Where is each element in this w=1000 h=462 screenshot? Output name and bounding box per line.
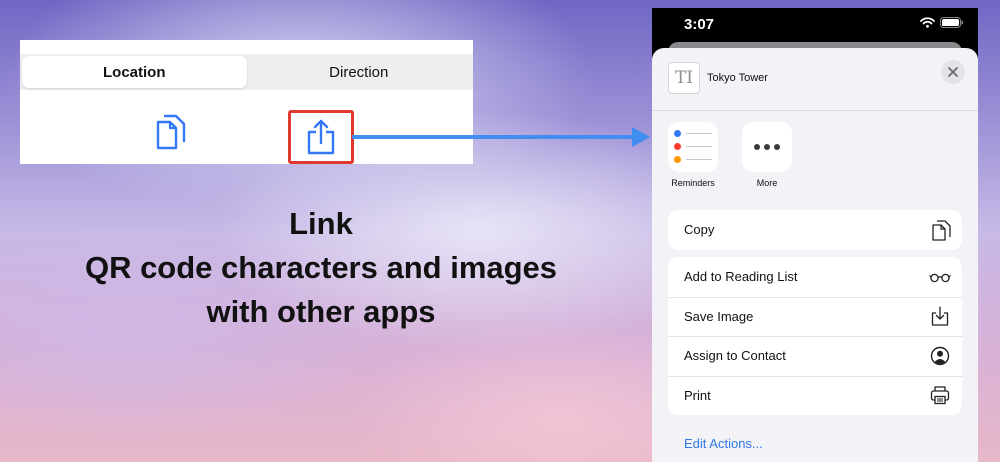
app-reminders[interactable]: Reminders <box>661 122 725 188</box>
save-image-icon <box>931 306 949 326</box>
action-assign-to-contact[interactable]: Assign to Contact <box>668 336 962 376</box>
copy-button[interactable] <box>152 114 188 154</box>
more-icon <box>742 122 792 172</box>
action-print[interactable]: Print <box>668 375 962 416</box>
share-icon <box>307 119 335 155</box>
copy-group: Copy <box>668 210 962 250</box>
share-apps-row: Reminders More <box>652 122 978 202</box>
caption-line-3: with other apps <box>206 294 436 329</box>
app-label-more: More <box>756 178 778 188</box>
promo-caption: Link QR code characters and images with … <box>40 202 602 334</box>
status-icons <box>920 17 964 28</box>
action-copy-label: Copy <box>684 222 715 238</box>
header-divider <box>652 110 978 111</box>
action-save-image[interactable]: Save Image <box>668 296 962 337</box>
copy-icon <box>932 220 951 241</box>
actions-group: Add to Reading List Save Image Assign to… <box>668 257 962 415</box>
reminders-icon <box>668 122 718 172</box>
edit-actions-link[interactable]: Edit Actions... <box>684 436 763 451</box>
shared-item-title: Tokyo Tower <box>707 72 768 84</box>
caption-line-1: Link <box>289 206 353 241</box>
close-button[interactable] <box>941 60 965 84</box>
share-sheet: TI Tokyo Tower Reminders More Copy Add t… <box>652 48 978 462</box>
tab-location[interactable]: Location <box>22 56 247 88</box>
action-print-label: Print <box>684 387 711 403</box>
action-add-to-reading-list[interactable]: Add to Reading List <box>668 257 962 297</box>
share-sheet-header: TI Tokyo Tower <box>652 48 978 112</box>
action-save-image-label: Save Image <box>684 308 754 324</box>
text-document-icon: TI <box>668 62 700 94</box>
tab-direction[interactable]: Direction <box>247 56 472 88</box>
action-reading-list-label: Add to Reading List <box>684 269 798 285</box>
wifi-icon <box>920 17 935 28</box>
battery-icon <box>940 17 964 28</box>
copy-documents-icon <box>156 114 186 150</box>
share-button[interactable] <box>288 110 354 164</box>
action-assign-contact-label: Assign to Contact <box>684 348 786 364</box>
glasses-icon <box>929 273 951 282</box>
pointer-arrow <box>352 127 650 147</box>
status-time: 3:07 <box>684 16 715 33</box>
segmented-control: Location Direction <box>20 54 473 90</box>
app-label-reminders: Reminders <box>671 178 715 188</box>
close-icon <box>948 67 958 77</box>
printer-icon <box>930 386 950 405</box>
phone-screen: 3:07 TI Tokyo Tower Reminders More Copy … <box>652 8 978 462</box>
contact-icon <box>930 346 950 365</box>
action-copy[interactable]: Copy <box>668 210 962 250</box>
caption-line-2: QR code characters and images <box>84 250 558 285</box>
app-more[interactable]: More <box>735 122 799 188</box>
